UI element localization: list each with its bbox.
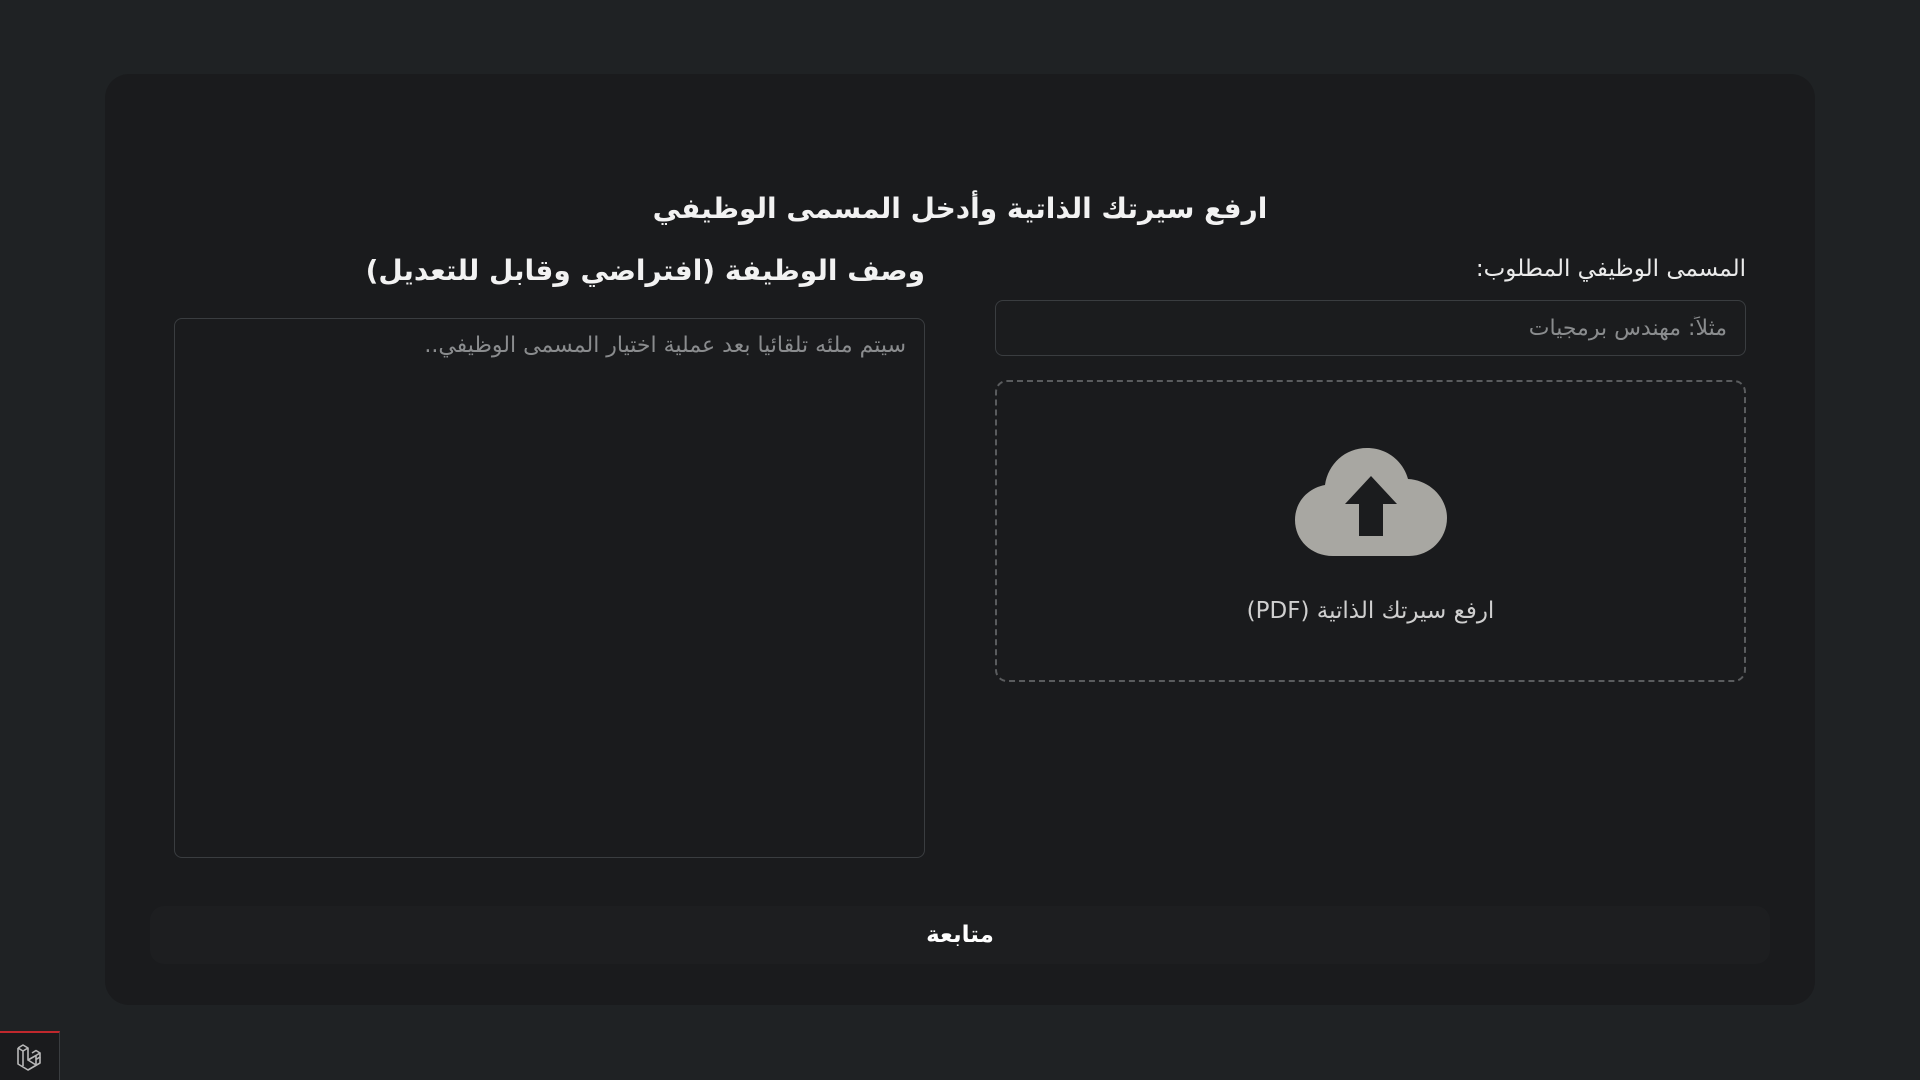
job-title-label: المسمى الوظيفي المطلوب:	[1475, 256, 1746, 282]
laravel-logo-icon	[16, 1043, 41, 1071]
job-description-title: وصف الوظيفة (افتراضي وقابل للتعديل)	[365, 254, 925, 287]
job-description-textarea[interactable]	[174, 318, 925, 858]
job-title-input[interactable]	[995, 300, 1746, 356]
cloud-upload-icon	[1294, 448, 1447, 556]
debug-toolbar-badge[interactable]	[0, 1031, 60, 1080]
continue-button[interactable]: متابعة	[150, 906, 1770, 964]
page-title: ارفع سيرتك الذاتية وأدخل المسمى الوظيفي	[652, 192, 1268, 225]
main-card: ارفع سيرتك الذاتية وأدخل المسمى الوظيفي …	[105, 74, 1815, 1005]
cv-upload-label: ارفع سيرتك الذاتية (PDF)	[1246, 598, 1495, 624]
cv-upload-dropzone[interactable]: ارفع سيرتك الذاتية (PDF)	[995, 380, 1746, 682]
